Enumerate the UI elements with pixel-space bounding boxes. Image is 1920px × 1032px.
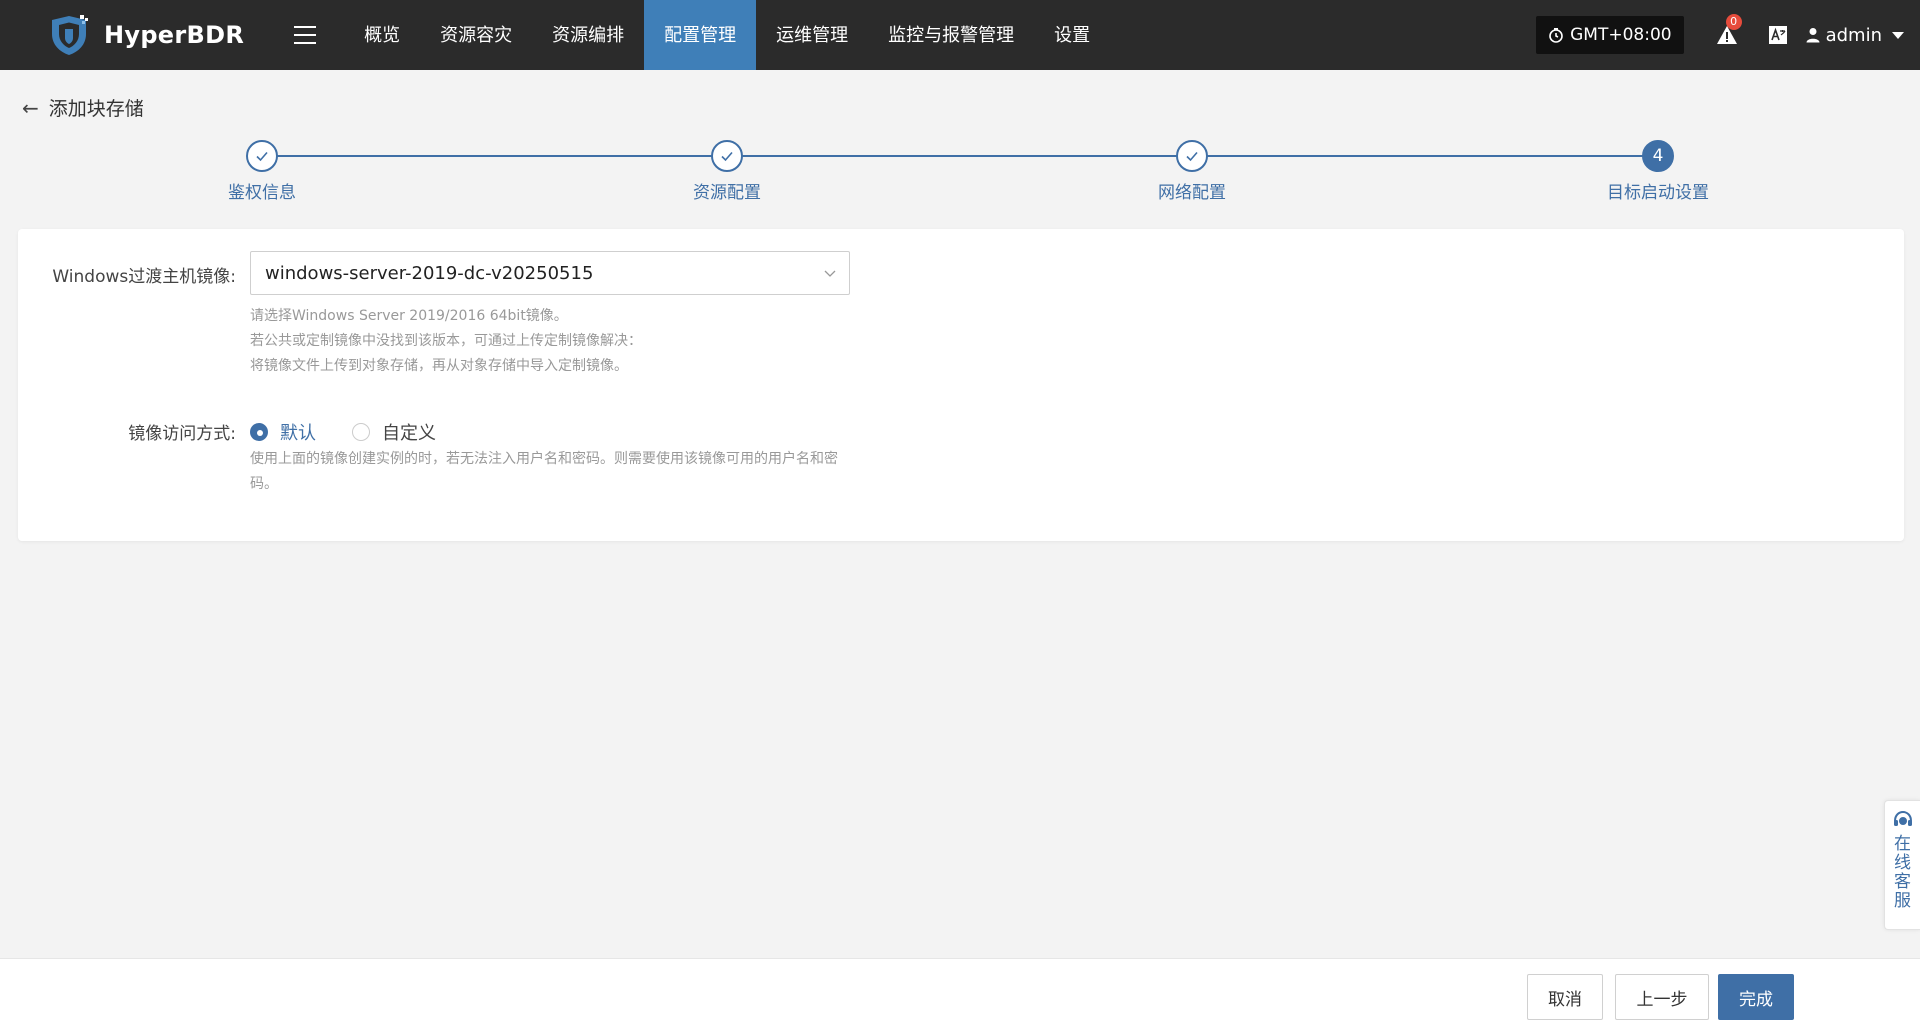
header-right: GMT+08:00 0 admin: [1536, 0, 1920, 70]
radio-custom[interactable]: 自定义: [352, 419, 436, 445]
caret-down-icon: [1892, 31, 1904, 39]
nav-item[interactable]: 资源编排: [532, 0, 644, 70]
nav-item[interactable]: 资源容灾: [420, 0, 532, 70]
finish-button[interactable]: 完成: [1718, 974, 1794, 1020]
image-label: Windows过渡主机镜像:: [52, 267, 236, 287]
page-title: 添加块存储: [48, 98, 144, 120]
chevron-down-icon: [824, 270, 836, 277]
step-number: 4: [1642, 140, 1674, 172]
footer-bar: 取消 上一步 完成: [0, 958, 1920, 1032]
form-card: Windows过渡主机镜像: windows-server-2019-dc-v2…: [18, 229, 1904, 541]
nav-item[interactable]: 监控与报警管理: [868, 0, 1034, 70]
nav-item[interactable]: 概览: [344, 0, 420, 70]
access-radio-group: 默认 自定义: [250, 419, 472, 445]
timezone-button[interactable]: GMT+08:00: [1536, 16, 1684, 54]
step-label: 资源配置: [693, 183, 761, 203]
step-label: 网络配置: [1158, 183, 1226, 203]
step-label: 目标启动设置: [1607, 183, 1709, 203]
step-label: 鉴权信息: [228, 183, 296, 203]
nav-item[interactable]: 配置管理: [644, 0, 757, 70]
online-service-label: 在线客服: [1894, 834, 1911, 911]
back-button[interactable]: ← 添加块存储: [22, 94, 144, 121]
check-icon: [711, 140, 743, 172]
radio-default-label: 默认: [280, 423, 316, 444]
wizard-steps: 鉴权信息 资源配置 网络配置 4 目标启动设置: [0, 140, 1920, 210]
app-name: HyperBDR: [104, 21, 245, 49]
cancel-button[interactable]: 取消: [1527, 974, 1603, 1020]
main-nav: 概览 资源容灾 资源编排 配置管理 运维管理 监控与报警管理 设置: [344, 0, 1110, 70]
shield-logo-icon: [52, 15, 88, 55]
step-1: 鉴权信息: [162, 140, 362, 203]
online-service-button[interactable]: 在线客服: [1884, 800, 1920, 930]
user-menu[interactable]: admin: [1806, 25, 1904, 46]
radio-default[interactable]: 默认: [250, 419, 316, 445]
headset-icon: [1893, 810, 1912, 826]
image-select[interactable]: windows-server-2019-dc-v20250515: [250, 251, 850, 295]
image-select-value: windows-server-2019-dc-v20250515: [265, 262, 594, 284]
image-help: 请选择Windows Server 2019/2016 64bit镜像。 若公共…: [250, 304, 870, 379]
access-help: 使用上面的镜像创建实例的时，若无法注入用户名和密码。则需要使用该镜像可用的用户名…: [250, 451, 838, 492]
radio-checked-icon: [250, 423, 268, 441]
user-icon: [1806, 28, 1820, 43]
image-help-line: 若公共或定制镜像中没找到该版本，可通过上传定制镜像解决：: [250, 333, 642, 349]
step-4: 4 目标启动设置: [1558, 140, 1758, 203]
alert-count-badge: 0: [1725, 14, 1742, 30]
username: admin: [1825, 24, 1882, 46]
image-help-line: 将镜像文件上传到对象存储，再从对象存储中导入定制镜像。: [250, 358, 628, 374]
previous-step-button[interactable]: 上一步: [1615, 974, 1709, 1020]
language-button[interactable]: [1768, 25, 1788, 45]
nav-item[interactable]: 设置: [1034, 0, 1110, 70]
menu-toggle-icon[interactable]: [294, 26, 317, 44]
step-2: 资源配置: [627, 140, 827, 203]
alert-button[interactable]: 0: [1716, 14, 1742, 46]
nav-item[interactable]: 运维管理: [756, 0, 868, 70]
timezone-label: GMT+08:00: [1570, 25, 1672, 45]
step-3: 网络配置: [1092, 140, 1292, 203]
arrow-left-icon: ←: [22, 95, 39, 120]
top-navbar: HyperBDR 概览 资源容灾 资源编排 配置管理 运维管理 监控与报警管理 设置 GMT…: [0, 0, 1920, 70]
steps-progress-line: [262, 155, 1658, 157]
check-icon: [246, 140, 278, 172]
clock-icon: [1549, 28, 1563, 43]
radio-unchecked-icon: [352, 423, 370, 441]
access-label: 镜像访问方式:: [128, 424, 236, 444]
translate-icon: [1768, 26, 1787, 44]
image-help-line: 请选择Windows Server 2019/2016 64bit镜像。: [250, 308, 568, 324]
logo[interactable]: HyperBDR: [46, 0, 244, 70]
check-icon: [1176, 140, 1208, 172]
radio-custom-label: 自定义: [382, 423, 436, 444]
